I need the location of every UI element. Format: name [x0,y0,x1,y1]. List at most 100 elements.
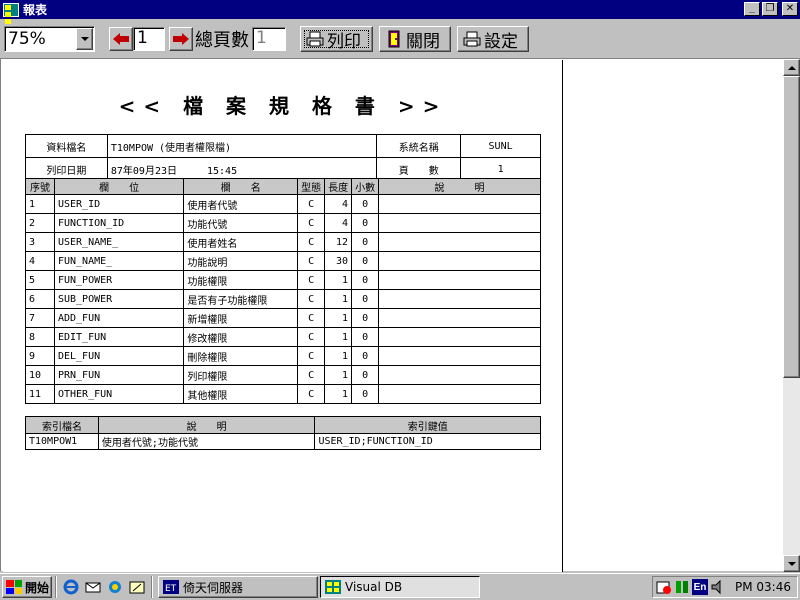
show-desktop-icon[interactable] [126,576,148,598]
task-visual-db[interactable]: Visual DB [320,576,480,598]
table-cell: 4 [25,251,55,271]
table-cell: USER_NAME_ [53,232,185,252]
print-setup-button[interactable]: 設定 [457,26,529,52]
table-row: 7 ADD_FUN 新增權限 C 1 0 [25,308,541,328]
table-cell: PRN_FUN [53,365,185,385]
scroll-thumb[interactable] [783,76,800,378]
file-name-label: 資料檔名 [25,134,108,158]
arrow-right-icon [173,33,189,45]
table-row: 5 FUN_POWER 功能權限 C 1 0 [25,270,541,290]
close-report-button[interactable]: 關閉 [379,26,451,52]
restore-icon[interactable]: ❐ [762,2,778,16]
table-cell [378,213,541,233]
table-cell: 1 [324,384,353,404]
total-pages-label: 總頁數 [195,30,249,51]
title-bar[interactable]: 報表 _ ❐ ✕ [0,0,800,31]
table-row: 2 FUNCTION_ID 功能代號 C 4 0 [25,213,541,233]
index-table: 索引檔名說 明索引鍵值 T10MPOW1 使用者代號;功能代號 USER_ID;FU… [25,416,541,450]
arrow-left-icon [113,33,129,45]
table-cell: 11 [25,384,55,404]
page-number-input[interactable]: 1 [133,27,165,51]
table-row: 10 PRN_FUN 列印權限 C 1 0 [25,365,541,385]
ime-indicator[interactable]: En [692,579,708,595]
prev-page-button[interactable] [109,27,133,51]
internet-explorer-icon[interactable] [60,576,82,598]
table-cell: 0 [351,270,380,290]
table-cell [378,232,541,252]
arrow-up-icon [787,65,796,70]
zoom-dropdown-button[interactable] [76,28,93,50]
table-row: 4 FUN_NAME_ 功能說明 C 30 0 [25,251,541,271]
table-cell: 1 [324,308,353,328]
table-cell: C [297,213,326,233]
table-cell: FUNCTION_ID [53,213,185,233]
table-cell: 1 [25,194,55,214]
close-icon[interactable]: ✕ [782,2,798,16]
network-icon[interactable] [674,579,690,595]
file-name-value: T10MPOW (使用者權限檔) [106,134,378,158]
print-button[interactable]: 列印 [300,26,373,52]
table-cell: 4 [324,194,353,214]
scroll-up-button[interactable] [783,59,800,76]
table-cell: 功能說明 [183,251,299,271]
vertical-scrollbar[interactable] [783,59,800,572]
table-cell: FUN_NAME_ [53,251,185,271]
table-cell [378,384,541,404]
table-cell: C [297,327,326,347]
task-eten-label: 倚天伺服器 [183,580,244,595]
minimize-icon[interactable]: _ [744,2,760,16]
table-cell: 1 [324,346,353,366]
field-column-header: 長度 [324,178,353,195]
visual-db-icon [325,580,341,594]
setup-label: 設定 [484,31,518,52]
close-label: 關閉 [406,31,440,52]
next-page-button[interactable] [169,27,193,51]
table-cell: 0 [351,365,380,385]
table-cell: 1 [324,327,353,347]
taskbar-separator [151,576,153,598]
eten-server-icon: ET [163,580,179,594]
task-visual-db-label: Visual DB [345,580,403,594]
table-cell: 列印權限 [183,365,299,385]
table-cell [378,289,541,309]
table-cell: 其他權限 [183,384,299,404]
report-preview-area[interactable]: << 檔 案 規 格 書 >> 資料檔名 T10MPOW (使用者權限檔) 系統… [0,58,800,572]
arrow-down-icon [787,561,796,566]
table-cell: 功能代號 [183,213,299,233]
table-cell: 1 [324,289,353,309]
table-cell: 0 [351,384,380,404]
zoom-select[interactable]: 75% [4,26,95,52]
print-time-value: 15:45 [206,165,238,177]
table-row: T10MPOW1 使用者代號;功能代號 USER_ID;FUNCTION_ID [25,433,541,450]
scheduler-icon[interactable] [656,579,672,595]
table-cell: C [297,384,326,404]
table-row: 8 EDIT_FUN 修改權限 C 1 0 [25,327,541,347]
table-cell: 0 [351,213,380,233]
printer-setup-icon [463,30,481,48]
table-row: 3 USER_NAME_ 使用者姓名 C 12 0 [25,232,541,252]
document-title: << 檔 案 規 格 書 >> [118,94,448,118]
table-cell: 0 [351,251,380,271]
table-cell [378,346,541,366]
channels-icon[interactable] [104,576,126,598]
field-column-header: 型態 [297,178,326,195]
outlook-express-icon[interactable] [82,576,104,598]
table-cell: 2 [25,213,55,233]
system-name-value: SUNL [460,134,541,158]
field-column-header: 欄 名 [183,178,299,195]
volume-icon[interactable] [710,579,726,595]
table-cell: 刪除權限 [183,346,299,366]
start-button[interactable]: 開始 [2,576,52,598]
report-toolbar: 75% 1 總頁數 1 列印 關閉 設定 [0,21,800,57]
scroll-down-button[interactable] [783,555,800,572]
table-cell: 0 [351,194,380,214]
print-date-value: 87年09月23日 [110,165,177,177]
task-eten-server[interactable]: ET 倚天伺服器 [158,576,318,598]
report-app-icon [3,2,19,31]
table-cell: ADD_FUN [53,308,185,328]
index-column-header: 索引檔名 [25,416,99,434]
table-cell: 5 [25,270,55,290]
table-cell: 使用者代號 [183,194,299,214]
table-cell: 是否有子功能權限 [183,289,299,309]
table-cell: 0 [351,232,380,252]
